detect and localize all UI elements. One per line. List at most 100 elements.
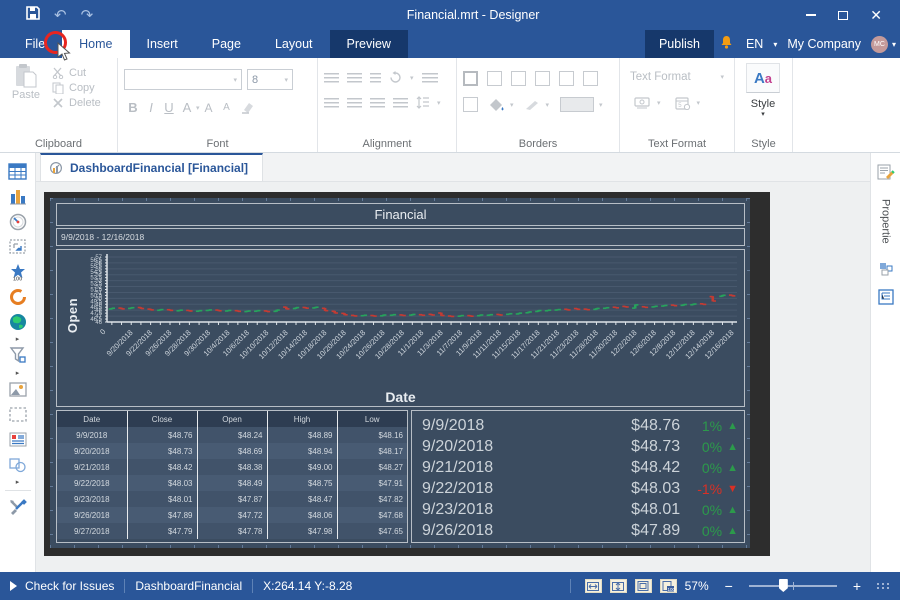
more-maps-arrow-icon[interactable]: ▸ [4,334,32,343]
font-family-select[interactable]: ▾ [124,69,242,90]
line-spacing-icon[interactable] [416,96,429,109]
text-format-dropdown[interactable]: Text Format [630,71,691,83]
image-tool-button[interactable] [4,377,32,402]
justify-icon[interactable] [393,98,408,108]
panel-tool-button[interactable] [4,402,32,427]
shrink-font-button[interactable]: A [218,102,236,113]
properties-panel-button[interactable] [875,161,897,183]
close-icon[interactable]: ✕ [870,7,882,24]
zoom-out-button[interactable]: − [717,578,741,594]
chevron-down-icon[interactable]: ▾ [720,73,724,81]
bold-button[interactable]: B [124,100,142,115]
cut-button[interactable]: Cut [52,67,101,79]
document-tab[interactable]: DashboardFinancial [Financial] [40,153,263,182]
price-list-panel[interactable]: 9/9/2018$48.761%▲9/20/2018$48.730%▲9/21/… [411,410,745,543]
gauge-tool-button[interactable] [4,209,32,234]
publish-button[interactable]: Publish [645,30,714,58]
chevron-down-icon[interactable]: ▾ [546,101,550,109]
italic-button[interactable]: I [142,100,160,115]
tab-home[interactable]: Home [62,30,129,58]
align-center-icon[interactable] [347,98,362,108]
progress-tool-button[interactable] [4,284,32,309]
border-top-icon[interactable] [559,71,574,86]
border-outside-icon[interactable] [511,71,526,86]
chevron-down-icon[interactable]: ▾ [657,99,661,107]
notifications-bell-icon[interactable] [714,35,740,54]
wrap-text-icon[interactable] [422,73,438,83]
chevron-down-icon[interactable]: ▾ [599,101,603,109]
tab-layout[interactable]: Layout [258,30,330,58]
chevron-down-icon[interactable]: ▾ [437,99,441,107]
design-canvas[interactable]: Financial 9/9/2018 - 12/16/2018 Open 464… [36,182,870,572]
shape-tool-button[interactable] [4,452,32,477]
style-button[interactable]: Aa Style ▾ [741,63,785,118]
tools-button[interactable] [4,495,32,520]
delete-button[interactable]: Delete [52,97,101,109]
language-selector[interactable]: EN [740,37,769,51]
align-middle-icon[interactable] [347,73,362,83]
chevron-down-icon[interactable]: ▾ [761,110,765,118]
price-table-panel[interactable]: DateCloseOpenHighLow 9/9/2018$48.76$48.2… [56,410,408,543]
map-tool-button[interactable] [4,309,32,334]
border-right-icon[interactable] [583,71,598,86]
dictionary-panel-button[interactable] [875,258,897,280]
indicator-tool-button[interactable]: 100 [4,259,32,284]
border-none-icon[interactable] [487,71,502,86]
chevron-down-icon[interactable]: ▾ [510,101,514,109]
avatar[interactable]: MC [871,36,888,53]
undo-icon[interactable]: ↶ [54,6,67,24]
font-size-select[interactable]: 8▾ [247,69,293,90]
chevron-down-icon[interactable]: ▾ [410,74,414,82]
currency-format-icon[interactable] [634,97,651,110]
check-issues-button[interactable]: Check for Issues [0,579,124,593]
underline-button[interactable]: U [160,100,178,115]
chart-tool-button[interactable] [4,184,32,209]
date-format-icon[interactable]: 5 [675,96,691,110]
dashboard-title-panel[interactable]: Financial [56,203,745,226]
whole-page-zoom-icon[interactable] [635,579,652,593]
page-width-zoom-icon[interactable] [585,579,602,593]
fill-color-icon[interactable] [489,98,505,112]
align-bottom-icon[interactable] [370,73,381,83]
more-shapes-arrow-icon[interactable]: ▸ [4,477,32,486]
table-tool-button[interactable] [4,159,32,184]
zoom-slider-thumb[interactable] [779,579,788,592]
candlestick-chart-panel[interactable]: Open 4646.54747.54848.54949.55050.55151.… [56,249,745,407]
statusbar-doc-name[interactable]: DashboardFinancial [125,579,252,593]
dashboard-page[interactable]: Financial 9/9/2018 - 12/16/2018 Open 464… [50,198,750,548]
align-top-icon[interactable] [324,73,339,83]
account-name[interactable]: My Company [781,37,867,51]
border-color-swatch[interactable] [560,97,594,112]
chevron-down-icon[interactable]: ▾ [697,99,701,107]
report-tree-panel-button[interactable] [875,286,897,308]
redo-icon[interactable]: ↷ [81,6,94,24]
date-range-panel[interactable]: 9/9/2018 - 12/16/2018 [56,228,745,246]
chevron-down-icon[interactable]: ▾ [769,40,781,49]
paste-button[interactable]: Paste [6,63,46,109]
tab-preview[interactable]: Preview [330,30,408,58]
text-rotate-icon[interactable] [389,71,402,84]
font-color-button[interactable]: A [178,100,196,115]
clear-format-icon[interactable] [240,102,255,114]
text-tool-button[interactable] [4,427,32,452]
align-right-icon[interactable] [370,98,385,108]
minimize-icon[interactable] [806,14,816,16]
more-filters-arrow-icon[interactable]: ▸ [4,368,32,377]
align-left-icon[interactable] [324,98,339,108]
zoom-slider[interactable] [749,585,837,587]
resize-grip[interactable] [877,583,890,589]
tab-insert[interactable]: Insert [130,30,195,58]
pivot-tool-button[interactable] [4,234,32,259]
filter-tool-button[interactable] [4,343,32,368]
page-height-zoom-icon[interactable] [610,579,627,593]
border-bottom-icon[interactable] [463,97,478,112]
border-all-icon[interactable] [463,71,478,86]
zoom-100-icon[interactable]: 100 [660,579,677,593]
border-left-icon[interactable] [535,71,550,86]
copy-button[interactable]: Copy [52,82,101,94]
tab-page[interactable]: Page [195,30,258,58]
brush-icon[interactable] [525,99,541,111]
grow-font-button[interactable]: A [200,101,218,115]
save-icon[interactable] [26,6,40,25]
chevron-down-icon[interactable]: ▾ [888,40,900,49]
